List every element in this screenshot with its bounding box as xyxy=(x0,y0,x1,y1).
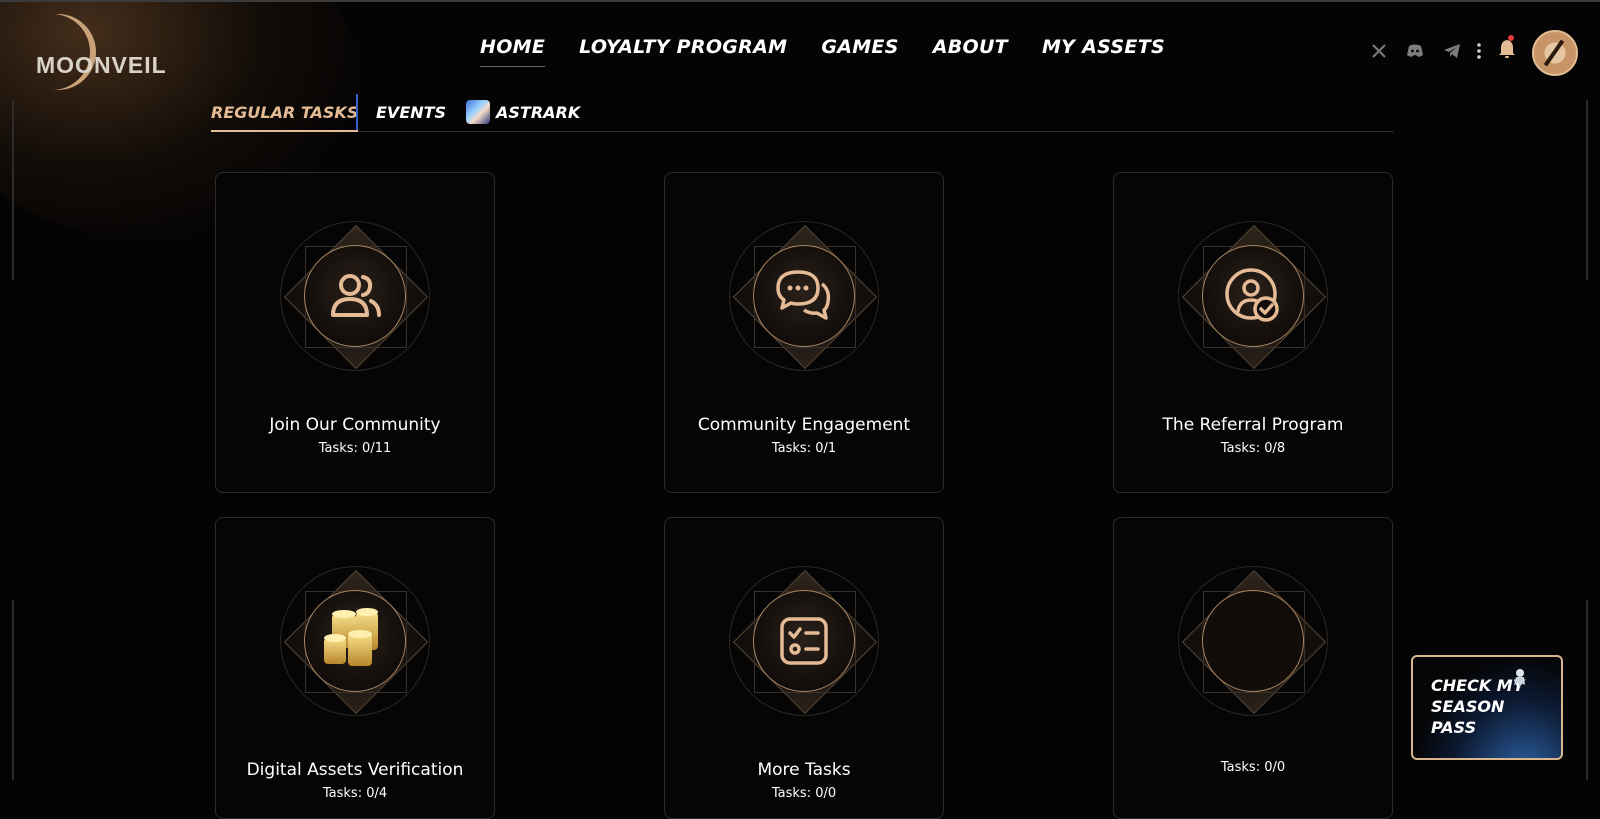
task-card-digital-assets-verification[interactable]: Digital Assets Verification Tasks: 0/4 xyxy=(215,517,495,819)
astronaut-icon xyxy=(1514,669,1525,688)
empty-icon xyxy=(1202,590,1304,692)
x-icon[interactable] xyxy=(1366,36,1392,66)
left-frame-line-lower xyxy=(12,600,14,780)
nav-games[interactable]: GAMES xyxy=(821,36,898,67)
task-card-referral-program[interactable]: The Referral Program Tasks: 0/8 xyxy=(1113,172,1393,493)
card-medallion xyxy=(1178,566,1328,716)
left-frame-line xyxy=(12,100,14,280)
card-title: The Referral Program xyxy=(1162,415,1344,435)
card-title: Community Engagement xyxy=(697,415,911,435)
task-card-community-engagement[interactable]: Community Engagement Tasks: 0/1 xyxy=(664,172,944,493)
user-avatar[interactable] xyxy=(1532,30,1578,76)
nav-my-assets[interactable]: MY ASSETS xyxy=(1042,36,1165,67)
more-vertical-icon[interactable] xyxy=(1466,36,1492,66)
card-medallion xyxy=(729,566,879,716)
card-task-count: Tasks: 0/0 xyxy=(771,786,837,801)
card-medallion xyxy=(729,221,879,371)
nav-loyalty-program[interactable]: LOYALTY PROGRAM xyxy=(579,36,787,67)
card-task-count: Tasks: 0/11 xyxy=(318,441,392,456)
task-tabs: REGULAR TASKS EVENTS ASTRARK xyxy=(211,94,1394,132)
card-medallion xyxy=(280,566,430,716)
users-icon xyxy=(304,245,406,347)
card-medallion xyxy=(1178,221,1328,371)
user-check-icon xyxy=(1202,245,1304,347)
chat-bubbles-icon xyxy=(753,245,855,347)
checklist-icon xyxy=(753,590,855,692)
notification-dot xyxy=(1508,35,1514,41)
tab-separator xyxy=(356,94,358,130)
season-pass-button[interactable]: CHECK MY SEASON PASS xyxy=(1411,655,1563,760)
task-card-more-tasks[interactable]: More Tasks Tasks: 0/0 xyxy=(664,517,944,819)
main-nav: HOME LOYALTY PROGRAM GAMES ABOUT MY ASSE… xyxy=(480,36,1165,67)
gold-coins-icon xyxy=(304,590,406,692)
card-task-count: Tasks: 0/0 xyxy=(1220,760,1286,775)
card-task-count: Tasks: 0/4 xyxy=(322,786,388,801)
moonveil-logo[interactable]: MOONVEIL xyxy=(20,14,166,90)
card-title: Join Our Community xyxy=(269,415,441,435)
telegram-icon[interactable] xyxy=(1439,36,1465,66)
season-pass-label: CHECK MY SEASON PASS xyxy=(1431,676,1525,737)
card-title: More Tasks xyxy=(757,760,851,780)
right-frame-line xyxy=(1586,100,1588,280)
card-task-count: Tasks: 0/1 xyxy=(771,441,837,456)
task-card-untitled[interactable]: Tasks: 0/0 xyxy=(1113,517,1393,819)
brand-wordmark: MOONVEIL xyxy=(36,52,167,78)
astrark-game-icon xyxy=(466,100,490,124)
bell-icon[interactable] xyxy=(1494,34,1520,64)
task-card-join-community[interactable]: Join Our Community Tasks: 0/11 xyxy=(215,172,495,493)
tab-regular-tasks[interactable]: REGULAR TASKS xyxy=(211,94,359,132)
card-medallion xyxy=(280,221,430,371)
card-title: Digital Assets Verification xyxy=(246,760,464,780)
tab-astrark[interactable]: ASTRARK xyxy=(466,94,580,130)
tab-astrark-label: ASTRARK xyxy=(496,102,581,122)
frame-top-border xyxy=(0,0,1600,2)
tab-events[interactable]: EVENTS xyxy=(376,94,446,130)
card-task-count: Tasks: 0/8 xyxy=(1220,441,1286,456)
discord-icon[interactable] xyxy=(1402,36,1428,66)
right-frame-line-lower xyxy=(1586,600,1588,780)
nav-about[interactable]: ABOUT xyxy=(933,36,1008,67)
nav-home[interactable]: HOME xyxy=(480,36,546,67)
